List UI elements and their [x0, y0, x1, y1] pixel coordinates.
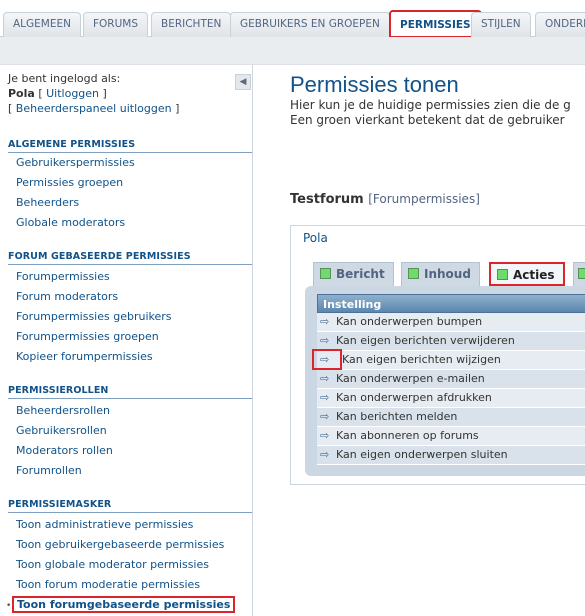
sidebar-item-forumpermissies-groepen[interactable]: Forumpermissies groepen: [16, 330, 159, 343]
permission-arrow-icon: ⇨: [320, 372, 330, 385]
panel-tab-inhoud[interactable]: Inhoud: [401, 262, 480, 286]
tab-algemeen[interactable]: ALGEMEEN: [3, 12, 81, 37]
sidebar-item-gebruikersrollen[interactable]: Gebruikersrollen: [16, 424, 107, 437]
panel-legend: Pola: [301, 231, 330, 245]
admin-logout-link[interactable]: Beheerderspaneel uitloggen: [16, 102, 172, 115]
permission-arrow-icon: ⇨: [320, 391, 330, 404]
sidebar-item-gebruikerspermissies[interactable]: Gebruikerspermissies: [16, 156, 135, 169]
section-heading-permissiemasker: PERMISSIEMASKER: [8, 499, 252, 513]
tab-gebruikers-en-groepen[interactable]: GEBRUIKERS EN GROEPEN: [230, 12, 390, 37]
panel-tab-label: Acties: [513, 268, 555, 282]
main-content: Permissies tonen Hier kun je de huidige …: [254, 65, 585, 616]
sidebar-item-forumpermissies[interactable]: Forumpermissies: [16, 270, 110, 283]
row-label: Kan eigen berichten wijzigen: [342, 353, 501, 366]
permission-arrow-icon: ⇨: [320, 429, 330, 442]
granted-square-icon: [408, 268, 419, 279]
panel-tab-next[interactable]: [573, 262, 585, 286]
row-label: Kan onderwerpen e-mailen: [336, 372, 485, 385]
sidebar-item-toon-forumgebaseerde-permissies[interactable]: Toon forumgebaseerde permissies: [12, 596, 236, 613]
header-band: [0, 37, 585, 65]
table-row: ⇨ Kan abonneren op forums: [317, 427, 585, 446]
logout-link[interactable]: Uitloggen: [46, 87, 99, 100]
sidebar-item-toon-globale-moderator-permissies[interactable]: Toon globale moderator permissies: [16, 558, 209, 571]
logout-bracket-open: [: [38, 87, 43, 100]
sidebar-item-forumrollen[interactable]: Forumrollen: [16, 464, 82, 477]
login-label: Je bent ingelogd als:: [8, 72, 121, 85]
row-label: Kan eigen onderwerpen sluiten: [336, 448, 508, 461]
sidebar-item-toon-gebruikergebaseerde-permissies[interactable]: Toon gebruikergebaseerde permissies: [16, 538, 224, 551]
table-row: ⇨ Kan berichten melden: [317, 408, 585, 427]
table-row: ⇨ Kan eigen berichten wijzigen: [312, 349, 585, 370]
granted-square-icon: [320, 268, 331, 279]
tab-stijlen[interactable]: STIJLEN: [471, 12, 531, 37]
table-row: ⇨ Kan onderwerpen bumpen: [317, 313, 585, 332]
sidebar-item-forumpermissies-gebruikers[interactable]: Forumpermissies gebruikers: [16, 310, 172, 323]
tab-permissies[interactable]: PERMISSIES: [389, 10, 482, 38]
row-label: Kan abonneren op forums: [336, 429, 479, 442]
row-label: Kan eigen berichten verwijderen: [336, 334, 515, 347]
settings-table-wrap: Instelling ⇨ Kan onderwerpen bumpen ⇨ Kan …: [305, 286, 585, 476]
tab-bar: ALGEMEEN FORUMS BERICHTEN GEBRUIKERS EN …: [0, 0, 585, 38]
tab-onderhoud[interactable]: ONDERH: [535, 12, 585, 37]
panel-tab-label: Bericht: [336, 267, 385, 281]
sidebar-item-kopieer-forumpermissies[interactable]: Kopieer forumpermissies: [16, 350, 153, 363]
sidebar-item-forum-moderators[interactable]: Forum moderators: [16, 290, 118, 303]
sidebar: Je bent ingelogd als: Pola [ Uitloggen ]…: [0, 65, 253, 616]
sidebar-item-toon-forum-moderatie-permissies[interactable]: Toon forum moderatie permissies: [16, 578, 200, 591]
description-line-2: Een groen vierkant betekent dat de gebru…: [290, 113, 565, 127]
table-row: ⇨ Kan onderwerpen e-mailen: [317, 370, 585, 389]
forum-title: Testforum: [290, 192, 364, 207]
granted-square-icon: [578, 268, 585, 279]
admin-logout-bracket-close: ]: [175, 102, 180, 115]
login-info: Je bent ingelogd als: Pola [ Uitloggen ]…: [8, 71, 179, 116]
panel-tab-acties[interactable]: Acties: [489, 262, 565, 286]
forum-subtitle: [Forumpermissies]: [368, 192, 480, 206]
table-row: ⇨ Kan eigen onderwerpen sluiten: [317, 446, 585, 465]
row-label: Kan onderwerpen bumpen: [336, 315, 483, 328]
logout-bracket-close: ]: [102, 87, 107, 100]
section-heading-permissierollen: PERMISSIEROLLEN: [8, 385, 252, 399]
permission-arrow-icon: ⇨: [320, 315, 330, 328]
sidebar-item-permissies-groepen[interactable]: Permissies groepen: [16, 176, 123, 189]
row-label: Kan onderwerpen afdrukken: [336, 391, 492, 404]
page-description: Hier kun je de huidige permissies zien d…: [290, 98, 571, 128]
collapse-sidebar-icon[interactable]: ◀: [235, 74, 251, 90]
tab-berichten[interactable]: BERICHTEN: [151, 12, 232, 37]
sidebar-item-moderators-rollen[interactable]: Moderators rollen: [16, 444, 113, 457]
description-line-1: Hier kun je de huidige permissies zien d…: [290, 98, 571, 112]
row-label: Kan berichten melden: [336, 410, 458, 423]
section-heading-algemene-permissies: ALGEMENE PERMISSIES: [8, 139, 252, 153]
current-marker-icon: •: [6, 601, 12, 611]
sidebar-item-beheerders[interactable]: Beheerders: [16, 196, 79, 209]
admin-logout-bracket-open: [: [8, 102, 13, 115]
table-header: Instelling: [317, 294, 585, 313]
settings-table: Instelling ⇨ Kan onderwerpen bumpen ⇨ Kan …: [312, 294, 585, 465]
section-heading-forum-gebaseerde-permissies: FORUM GEBASEERDE PERMISSIES: [8, 251, 252, 265]
permission-arrow-icon[interactable]: ⇨: [312, 349, 342, 370]
permission-arrow-icon: ⇨: [320, 410, 330, 423]
tab-forums[interactable]: FORUMS: [83, 12, 149, 37]
sidebar-item-beheerdersrollen[interactable]: Beheerdersrollen: [16, 404, 110, 417]
permission-arrow-icon: ⇨: [320, 334, 330, 347]
table-row: ⇨ Kan eigen berichten verwijderen: [317, 332, 585, 351]
sidebar-item-toon-administratieve-permissies[interactable]: Toon administratieve permissies: [16, 518, 193, 531]
page-title: Permissies tonen: [290, 72, 459, 97]
table-row: ⇨ Kan onderwerpen afdrukken: [317, 389, 585, 408]
forum-heading: Testforum [Forumpermissies]: [290, 192, 480, 207]
permission-arrow-icon: ⇨: [320, 448, 330, 461]
permission-panel: Pola Bericht Inhoud Acties Instelling ⇨ K…: [290, 225, 585, 485]
username: Pola: [8, 87, 35, 100]
sidebar-item-globale-moderators[interactable]: Globale moderators: [16, 216, 125, 229]
panel-tab-bericht[interactable]: Bericht: [313, 262, 394, 286]
panel-tab-label: Inhoud: [424, 267, 471, 281]
granted-square-icon: [497, 269, 508, 280]
